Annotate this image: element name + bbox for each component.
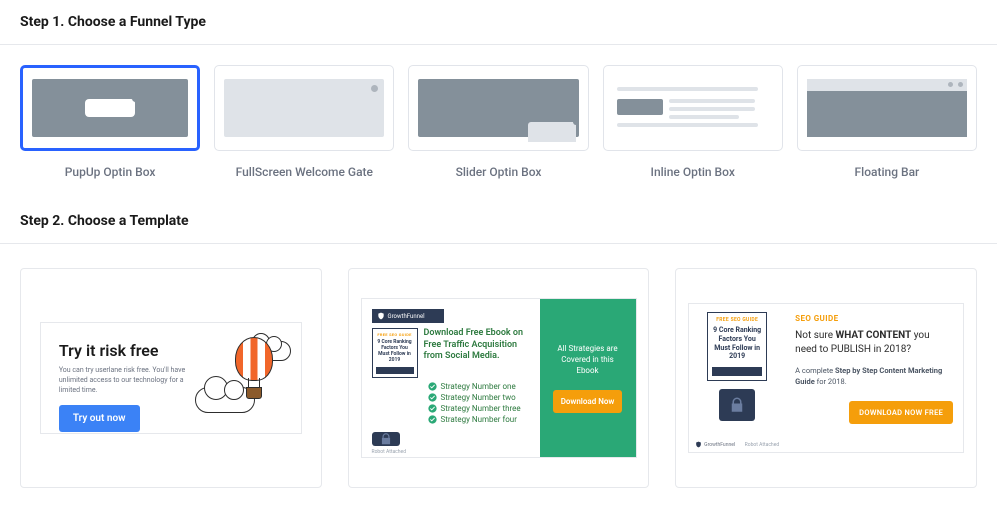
brand-badge: GrowthFunnel <box>695 441 735 448</box>
shield-icon <box>695 441 702 448</box>
step2-title: Step 2. Choose a Template <box>0 199 997 243</box>
funnel-type-slider[interactable]: Slider Optin Box <box>408 65 588 179</box>
shield-icon <box>377 312 385 320</box>
strategy-list: Strategy Number one Strategy Number two St… <box>372 378 530 426</box>
funnel-type-preview <box>797 65 977 151</box>
booklet-icon: FREE SEO GUIDE 9 Core Ranking Factors Yo… <box>372 328 418 378</box>
funnel-type-label: Inline Optin Box <box>651 165 735 179</box>
funnel-type-label: PupUp Optin Box <box>65 165 156 179</box>
check-icon <box>428 382 437 391</box>
list-item: Strategy Number three <box>428 404 530 413</box>
booklet-icon: FREE SEO GUIDE 9 Core Ranking Factors Yo… <box>707 312 767 381</box>
lock-icon <box>719 389 755 421</box>
promo-text: All Strategies are Covered in this Ebook <box>550 343 626 377</box>
list-item: Strategy Number two <box>428 393 530 402</box>
template2-heading: Download Free Ebook on Free Traffic Acqu… <box>418 328 530 378</box>
check-icon <box>428 415 437 424</box>
template-card-riskfree[interactable]: Try it risk free You can try userlane ri… <box>20 268 322 488</box>
funnel-type-label: FullScreen Welcome Gate <box>236 165 373 179</box>
try-out-button[interactable]: Try out now <box>59 405 140 432</box>
brand-badge: GrowthFunnel <box>372 309 444 323</box>
funnel-type-preview <box>603 65 783 151</box>
brand-name: GrowthFunnel <box>388 313 425 320</box>
template1-title: Try it risk free <box>59 341 159 360</box>
check-icon <box>428 404 437 413</box>
funnel-type-inline[interactable]: Inline Optin Box <box>603 65 783 179</box>
template-card-seoguide[interactable]: FREE SEO GUIDE 9 Core Ranking Factors Yo… <box>675 268 977 488</box>
download-button[interactable]: DOWNLOAD NOW FREE <box>849 401 953 424</box>
balloon-illustration <box>201 335 289 421</box>
funnel-type-label: Slider Optin Box <box>456 165 542 179</box>
funnel-type-fullscreen[interactable]: FullScreen Welcome Gate <box>214 65 394 179</box>
download-button[interactable]: Download Now <box>553 390 623 413</box>
caption-text: Robot Attached <box>745 442 780 448</box>
lock-icon <box>372 432 400 446</box>
step1-title: Step 1. Choose a Funnel Type <box>0 0 997 44</box>
funnel-type-popup[interactable]: PupUp Optin Box <box>20 65 200 179</box>
funnel-type-preview <box>408 65 588 151</box>
template-preview: GrowthFunnel FREE SEO GUIDE 9 Core Ranki… <box>361 298 637 458</box>
list-item: Strategy Number one <box>428 382 530 391</box>
caption-text: Robot Attached <box>372 449 530 455</box>
template3-kicker: SEO GUIDE <box>795 314 953 323</box>
template3-headline: Not sure WHAT CONTENT you need to PUBLIS… <box>795 329 953 356</box>
template3-sub: A complete Step by Step Content Marketin… <box>795 366 953 387</box>
list-item: Strategy Number four <box>428 415 530 424</box>
funnel-type-preview <box>214 65 394 151</box>
check-icon <box>428 393 437 402</box>
template1-subtitle: You can try userlane risk free. You'll h… <box>59 366 195 395</box>
template-preview: Try it risk free You can try userlane ri… <box>40 322 302 434</box>
funnel-type-label: Floating Bar <box>855 165 920 179</box>
template-preview: FREE SEO GUIDE 9 Core Ranking Factors Yo… <box>688 303 964 453</box>
templates-row: Try it risk free You can try userlane ri… <box>0 244 997 512</box>
template-card-ebook[interactable]: GrowthFunnel FREE SEO GUIDE 9 Core Ranki… <box>348 268 650 488</box>
funnel-type-preview <box>20 65 200 151</box>
funnel-types-row: PupUp Optin Box FullScreen Welcome Gate Sl… <box>0 45 997 199</box>
funnel-type-floating[interactable]: Floating Bar <box>797 65 977 179</box>
